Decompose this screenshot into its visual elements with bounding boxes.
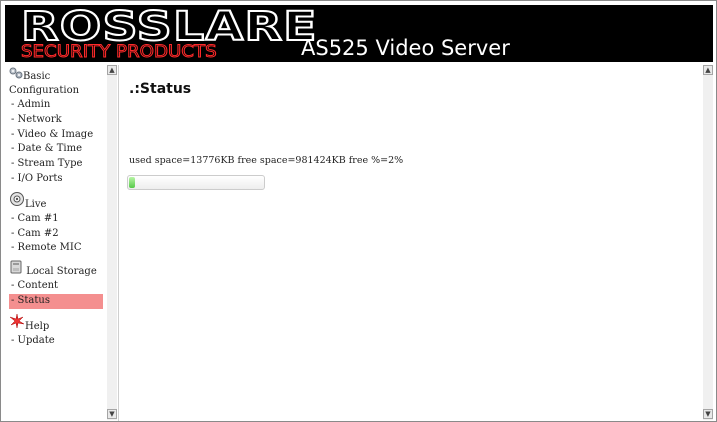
storage-usage-bar xyxy=(127,175,265,190)
nav-item-network[interactable]: - Network xyxy=(9,113,103,128)
nav-item-cam-2[interactable]: - Cam #2 xyxy=(9,227,103,242)
nav-item-date-time[interactable]: - Date & Time xyxy=(9,142,103,157)
nav-item-remote-mic[interactable]: - Remote MIC xyxy=(9,241,103,256)
storage-drive-icon xyxy=(9,260,23,279)
scroll-up-button[interactable]: ▲ xyxy=(703,65,713,75)
nav-section-help: Help xyxy=(9,309,103,334)
nav-item-status[interactable]: - Status xyxy=(9,293,103,309)
scroll-down-button[interactable]: ▼ xyxy=(703,409,713,419)
content-scrollbar[interactable]: ▲ ▼ xyxy=(703,65,713,420)
header-banner: ROSSLARE SECURITY PRODUCTS AS525 Video S… xyxy=(5,5,713,62)
product-title: AS525 Video Server xyxy=(301,36,510,60)
nav-item-admin[interactable]: - Admin xyxy=(9,98,103,113)
gears-icon xyxy=(9,67,23,84)
nav-item-update[interactable]: - Update xyxy=(9,334,103,349)
nav-section-label: Help xyxy=(25,320,50,332)
nav-section-label: Local Storage xyxy=(26,266,97,278)
storage-usage-fill xyxy=(129,177,135,188)
scroll-down-button[interactable]: ▼ xyxy=(107,409,117,419)
rosslare-logo: ROSSLARE SECURITY PRODUCTS xyxy=(9,5,318,62)
page-title: .:Status xyxy=(129,81,192,97)
nav-section-label: Live xyxy=(25,198,47,210)
left-nav-frame: Basic Configuration - Admin - Network - … xyxy=(5,65,119,421)
storage-status-text: used space=13776KB free space=981424KB f… xyxy=(129,155,404,166)
nav-item-video-image[interactable]: - Video & Image xyxy=(9,128,103,143)
main-content-frame: .:Status used space=13776KB free space=9… xyxy=(119,65,713,421)
browser-frame: ROSSLARE SECURITY PRODUCTS AS525 Video S… xyxy=(0,0,717,422)
help-star-icon xyxy=(9,313,25,334)
nav-section-local-storage: Local Storage xyxy=(9,256,103,279)
nav-menu: Basic Configuration - Admin - Network - … xyxy=(9,65,103,349)
nav-item-cam-1[interactable]: - Cam #1 xyxy=(9,212,103,227)
nav-item-content[interactable]: - Content xyxy=(9,279,103,294)
nav-section-live: Live xyxy=(9,187,103,212)
nav-item-stream-type[interactable]: - Stream Type xyxy=(9,157,103,172)
scroll-up-button[interactable]: ▲ xyxy=(107,65,117,75)
nav-item-io-ports[interactable]: - I/O Ports xyxy=(9,172,103,187)
nav-scrollbar[interactable]: ▲ ▼ xyxy=(107,65,117,420)
nav-section-basic-configuration: Basic Configuration xyxy=(9,65,103,98)
camera-dial-icon xyxy=(9,191,25,212)
brand-subtitle: SECURITY PRODUCTS xyxy=(20,42,217,62)
